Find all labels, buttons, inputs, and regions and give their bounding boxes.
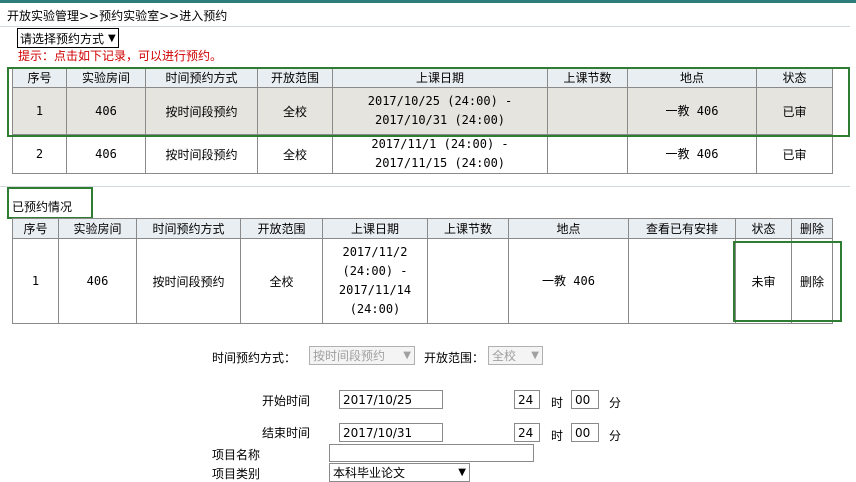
booking-mode-value: 请选择预约方式	[20, 31, 105, 46]
highlight-box	[7, 67, 850, 137]
start-minute-input[interactable]: 00	[571, 390, 599, 409]
table-row: 1 406 按时间段预约 全校 2017/11/2 (24:00) - 2017…	[12, 238, 833, 324]
col-header-status: 状态	[735, 218, 792, 239]
row-view[interactable]	[628, 238, 736, 324]
col-header-mode: 时间预约方式	[136, 218, 241, 239]
table-row[interactable]: 2 406 按时间段预约 全校 2017/11/1 (24:00) -2017/…	[12, 134, 833, 174]
end-date-input[interactable]: 2017/10/31	[339, 423, 443, 442]
row-location: 一教 406	[508, 238, 629, 324]
booking-mode-select[interactable]: 请选择预约方式 ▼	[17, 28, 119, 48]
hour-unit: 时	[551, 429, 564, 443]
project-name-input[interactable]	[329, 444, 534, 462]
col-header-scope: 开放范围	[240, 218, 323, 239]
project-type-label: 项目类别	[212, 467, 261, 481]
end-time-label: 结束时间	[262, 426, 311, 440]
scope-label: 开放范围：	[424, 351, 485, 365]
row-date-start: 2017/11/1 (24:00) -	[371, 137, 509, 151]
row-mode: 按时间段预约	[136, 238, 241, 324]
hint-text: 提示：点击如下记录，可以进行预约。	[18, 49, 223, 63]
row-date: 2017/11/1 (24:00) - 2017/11/15 (24:00)	[332, 134, 548, 174]
booked-table: 序号 实验房间 时间预约方式 开放范围 上课日期 上课节数 地点 查看已有安排 …	[12, 218, 833, 324]
mode-label: 时间预约方式：	[212, 351, 297, 365]
row-mode: 按时间段预约	[145, 134, 258, 174]
scope-select-disabled: 全校 ▼	[488, 346, 543, 365]
highlight-box	[7, 187, 93, 219]
row-date-line: 2017/11/2	[342, 245, 408, 259]
col-header-location: 地点	[508, 218, 629, 239]
project-type-value: 本科毕业论文	[333, 466, 406, 480]
scope-select-value: 全校	[492, 349, 517, 363]
mode-select-value: 按时间段预约	[313, 349, 386, 363]
row-status: 已审	[756, 134, 833, 174]
divider	[0, 186, 850, 187]
row-room: 406	[66, 134, 146, 174]
row-room: 406	[58, 238, 137, 324]
col-header-periods: 上课节数	[427, 218, 509, 239]
col-header-view: 查看已有安排	[628, 218, 736, 239]
hour-unit: 时	[551, 396, 564, 410]
chevron-down-icon: ▼	[531, 350, 539, 361]
row-date-line: (24:00) -	[342, 264, 408, 278]
col-header-no: 序号	[12, 218, 59, 239]
start-time-label: 开始时间	[262, 394, 311, 408]
row-scope: 全校	[240, 238, 323, 324]
row-periods	[427, 238, 509, 324]
chevron-down-icon: ▼	[403, 350, 411, 361]
table-header-row: 序号 实验房间 时间预约方式 开放范围 上课日期 上课节数 地点 查看已有安排 …	[12, 218, 833, 239]
col-header-delete: 删除	[791, 218, 833, 239]
end-hour-input[interactable]: 24	[514, 423, 540, 442]
chevron-down-icon: ▼	[108, 32, 116, 44]
start-date-input[interactable]: 2017/10/25	[339, 390, 443, 409]
row-date: 2017/11/2 (24:00) - 2017/11/14 (24:00)	[322, 238, 428, 324]
chevron-down-icon: ▼	[458, 467, 466, 478]
row-date-end: 2017/11/15 (24:00)	[374, 156, 506, 170]
row-date-line: 2017/11/14	[338, 283, 412, 297]
top-accent-bar	[0, 0, 856, 3]
minute-unit: 分	[609, 396, 622, 410]
divider	[0, 26, 850, 27]
row-periods	[547, 134, 628, 174]
project-type-select[interactable]: 本科毕业论文 ▼	[329, 463, 470, 482]
row-scope: 全校	[257, 134, 333, 174]
row-no: 2	[12, 134, 67, 174]
mode-select-disabled: 按时间段预约 ▼	[309, 346, 415, 365]
breadcrumb: 开放实验管理>>预约实验室>>进入预约	[7, 9, 228, 23]
minute-unit: 分	[609, 429, 622, 443]
row-date-line: (24:00)	[349, 302, 401, 316]
row-no: 1	[12, 238, 59, 324]
col-header-date: 上课日期	[322, 218, 428, 239]
start-hour-input[interactable]: 24	[514, 390, 540, 409]
row-location: 一教 406	[627, 134, 757, 174]
end-minute-input[interactable]: 00	[571, 423, 599, 442]
project-name-label: 项目名称	[212, 448, 261, 462]
highlight-box	[733, 241, 842, 322]
col-header-room: 实验房间	[58, 218, 137, 239]
